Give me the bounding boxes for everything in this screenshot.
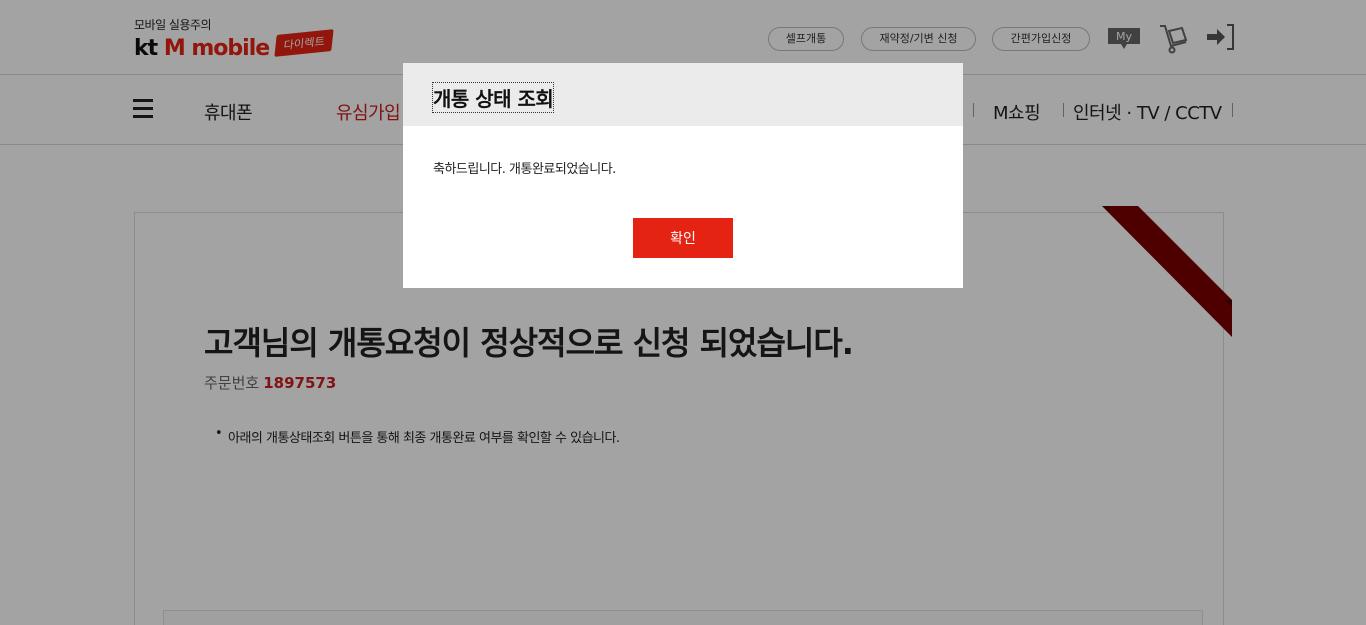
- dialog-message: 축하드립니다. 개통완료되었습니다.: [433, 162, 616, 177]
- confirm-button[interactable]: 확인: [633, 218, 733, 258]
- dialog-header: 개통 상태 조회: [403, 63, 963, 126]
- activation-status-dialog: 개통 상태 조회 축하드립니다. 개통완료되었습니다. 확인: [403, 63, 963, 288]
- dialog-title: 개통 상태 조회: [431, 82, 555, 113]
